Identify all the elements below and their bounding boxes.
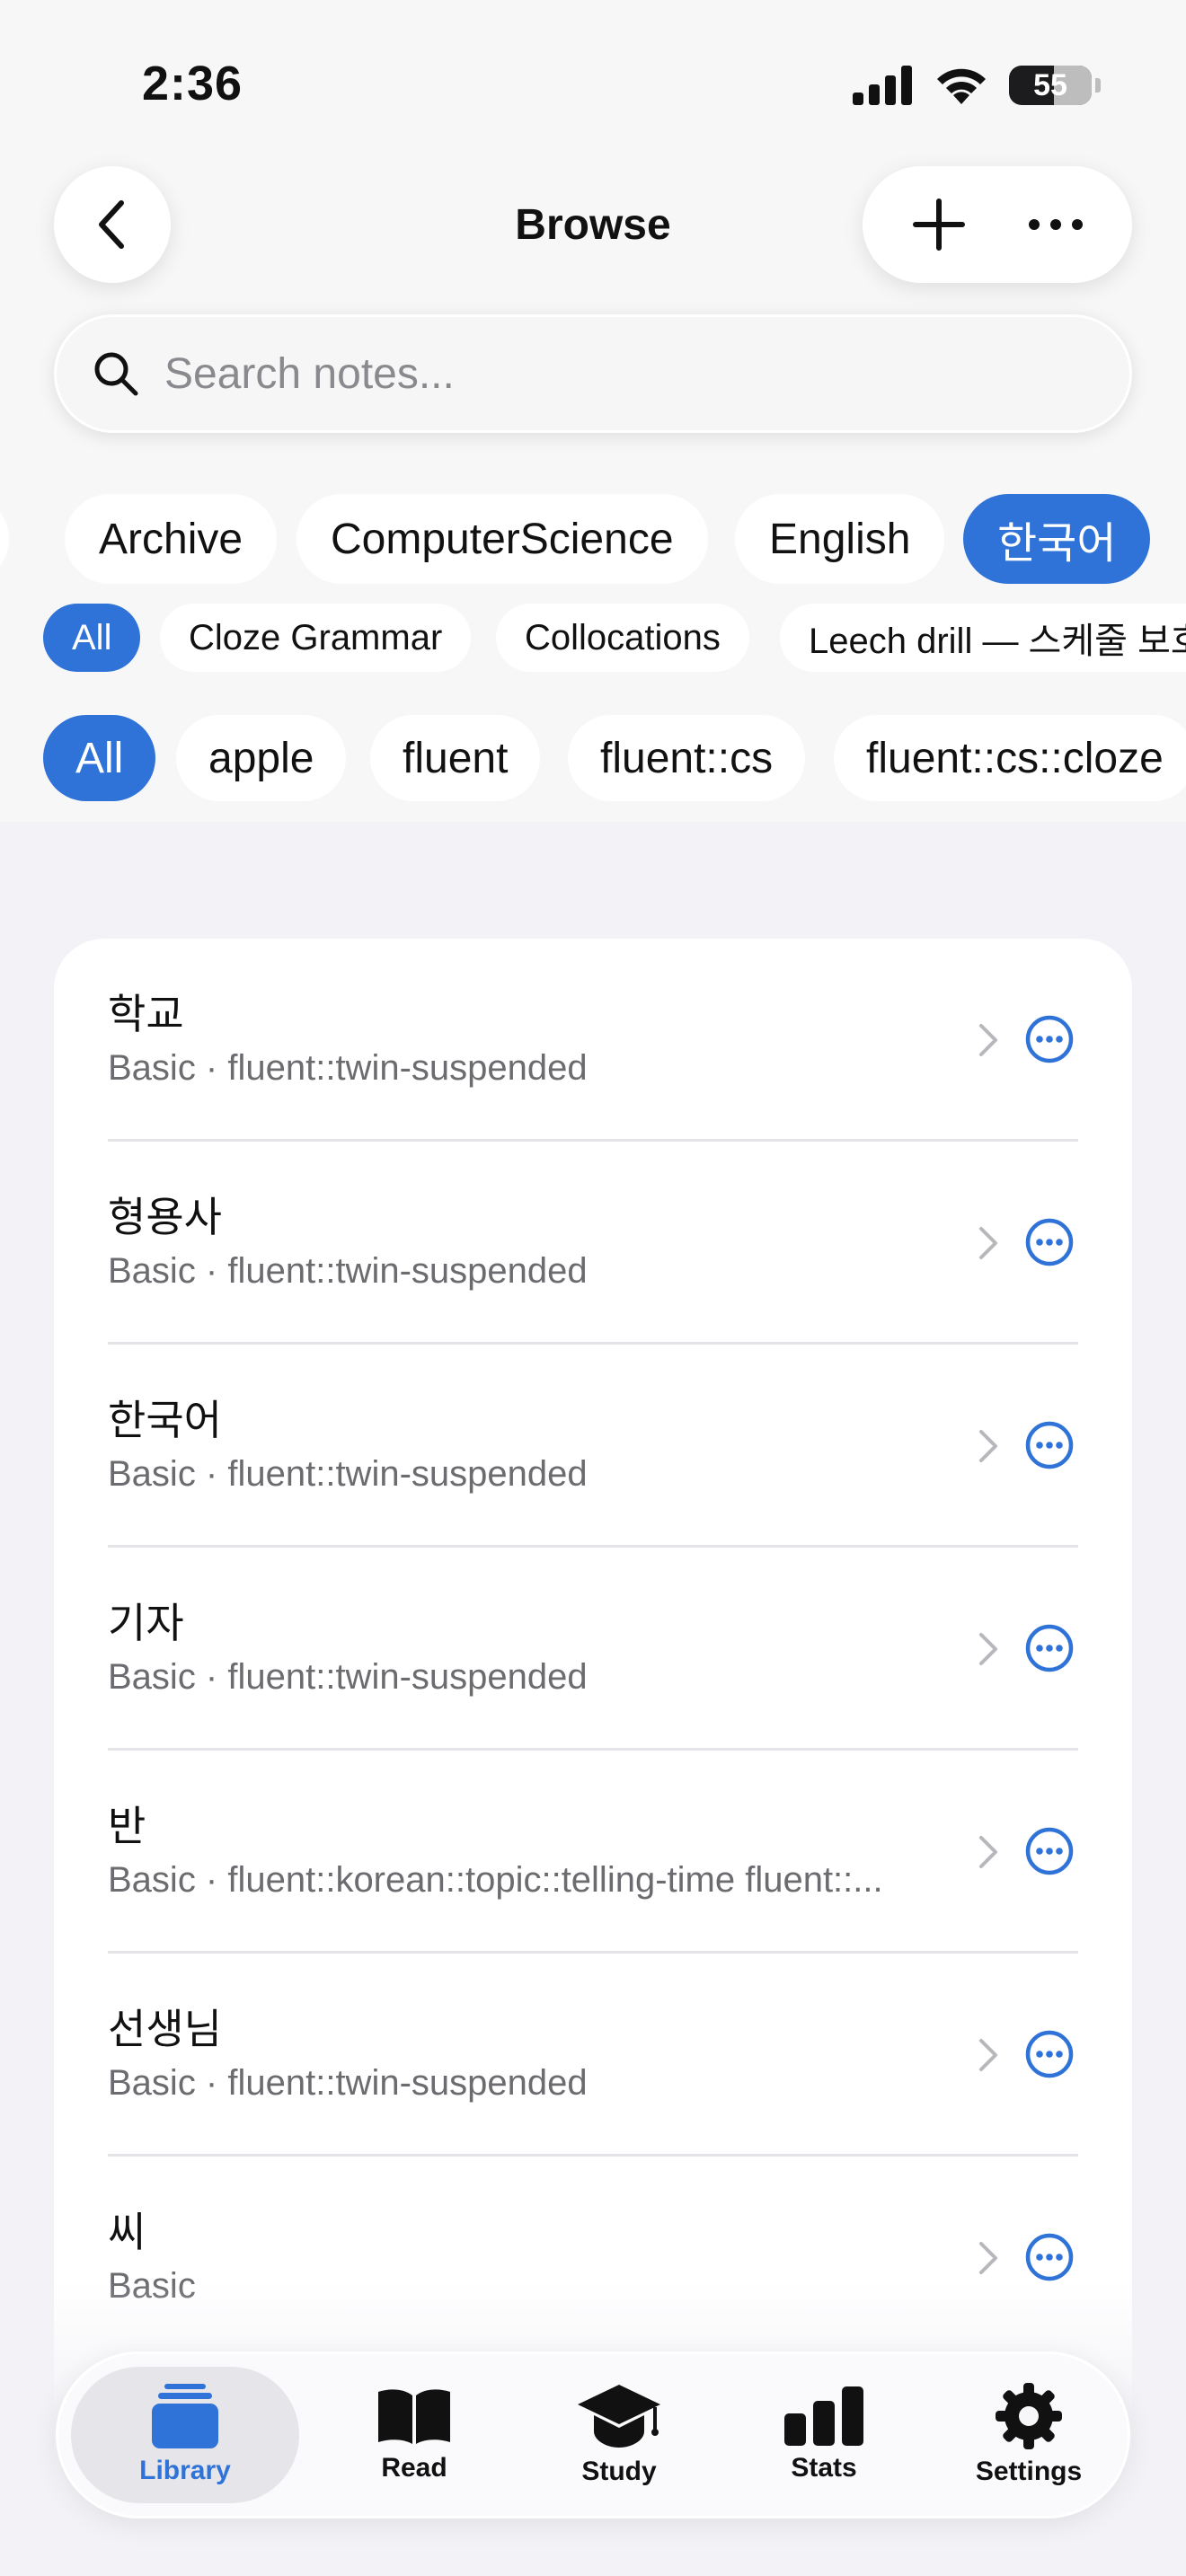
note-row[interactable]: 선생님 Basic · fluent::twin-suspended	[54, 1954, 1132, 2157]
graduation-cap-icon	[578, 2385, 660, 2448]
search-bar[interactable]	[54, 314, 1132, 433]
notetype-filter-row: All Cloze Grammar Collocations Leech dri…	[0, 604, 1186, 672]
deck-chip-computerscience[interactable]: ComputerScience	[296, 494, 708, 584]
notetype-chip-cloze-grammar[interactable]: Cloze Grammar	[160, 604, 472, 672]
action-pill	[863, 166, 1132, 283]
note-title: 형용사	[108, 1194, 222, 1240]
tab-label: Study	[581, 2457, 657, 2486]
status-icons: 55	[853, 65, 1101, 106]
note-title: 학교	[108, 991, 184, 1037]
note-row[interactable]: 한국어 Basic · fluent::twin-suspended	[54, 1345, 1132, 1548]
ellipsis-icon	[1029, 219, 1083, 230]
deck-filter-row: l Archive ComputerScience English 한국어	[0, 494, 1186, 584]
add-button[interactable]	[890, 175, 988, 274]
note-title: 선생님	[108, 2006, 222, 2052]
chevron-right-icon	[970, 1018, 1006, 1063]
chevron-right-icon	[970, 1424, 1006, 1469]
battery-level: 55	[1033, 67, 1067, 102]
tab-settings[interactable]: Settings	[928, 2367, 1129, 2503]
more-options-button[interactable]	[1006, 175, 1105, 274]
note-title: 반	[108, 1803, 146, 1849]
ellipsis-circle-icon[interactable]	[1024, 1217, 1075, 1267]
gear-icon	[996, 2383, 1062, 2449]
note-title: 한국어	[108, 1397, 222, 1443]
search-icon	[94, 352, 138, 396]
library-icon	[152, 2384, 218, 2448]
ellipsis-circle-icon[interactable]	[1024, 1014, 1075, 1064]
tab-library[interactable]: Library	[71, 2367, 299, 2503]
bar-chart-icon	[784, 2386, 863, 2446]
tag-chip-fluent-cs[interactable]: fluent::cs	[568, 715, 806, 801]
note-subtitle: Basic · fluent::twin-suspended	[108, 1251, 588, 1291]
tag-chip-apple[interactable]: apple	[176, 715, 347, 801]
tag-chip-all[interactable]: All	[43, 715, 156, 801]
notetype-chip-leech-drill[interactable]: Leech drill — 스케줄 보호	[780, 604, 1186, 672]
tab-read[interactable]: Read	[314, 2367, 515, 2503]
tag-chip-fluent-cs-cloze[interactable]: fluent::cs::cloze	[834, 715, 1186, 801]
deck-chip-english[interactable]: English	[735, 494, 945, 584]
note-title: 기자	[108, 1600, 184, 1646]
plus-icon	[913, 198, 965, 251]
book-icon	[378, 2389, 450, 2444]
battery-tip	[1095, 78, 1101, 93]
chevron-right-icon	[970, 1221, 1006, 1266]
wifi-icon	[937, 68, 986, 104]
tag-filter-row: All apple fluent fluent::cs fluent::cs::…	[0, 715, 1186, 801]
tab-label: Settings	[975, 2457, 1083, 2486]
tab-label: Stats	[791, 2453, 857, 2483]
chevron-right-icon	[970, 1830, 1006, 1875]
chevron-right-icon	[970, 1627, 1006, 1672]
chevron-right-icon	[970, 2033, 1006, 2078]
ellipsis-circle-icon[interactable]	[1024, 1623, 1075, 1673]
note-row[interactable]: 형용사 Basic · fluent::twin-suspended	[54, 1142, 1132, 1345]
chevron-right-icon	[970, 2236, 1006, 2280]
note-row[interactable]: 반 Basic · fluent::korean::topic::telling…	[54, 1751, 1132, 1954]
tab-bar: Library Read Study Stats Settings	[56, 2351, 1130, 2519]
ellipsis-circle-icon[interactable]	[1024, 1420, 1075, 1470]
note-row[interactable]: 기자 Basic · fluent::twin-suspended	[54, 1548, 1132, 1751]
deck-chip-korean[interactable]: 한국어	[963, 494, 1151, 584]
note-title: 씨	[108, 2209, 146, 2255]
ellipsis-circle-icon[interactable]	[1024, 1826, 1075, 1876]
search-input[interactable]	[163, 348, 1065, 400]
cellular-signal-icon	[853, 66, 912, 105]
notetype-chip-collocations[interactable]: Collocations	[496, 604, 749, 672]
deck-chip[interactable]: l	[0, 494, 9, 584]
tab-label: Read	[381, 2453, 447, 2483]
note-subtitle: Basic · fluent::twin-suspended	[108, 1657, 588, 1697]
notetype-chip-all[interactable]: All	[43, 604, 141, 672]
tab-study[interactable]: Study	[518, 2367, 720, 2503]
header: Browse	[0, 166, 1186, 292]
battery-icon: 55	[1009, 66, 1092, 105]
note-subtitle: Basic · fluent::twin-suspended	[108, 2063, 588, 2103]
ellipsis-circle-icon[interactable]	[1024, 2232, 1075, 2282]
status-time: 2:36	[142, 57, 243, 110]
tab-stats[interactable]: Stats	[723, 2367, 925, 2503]
tag-chip-fluent[interactable]: fluent	[370, 715, 541, 801]
note-subtitle: Basic · fluent::twin-suspended	[108, 1454, 588, 1494]
status-bar: 2:36 55	[0, 0, 1186, 171]
note-subtitle: Basic · fluent::korean::topic::telling-t…	[108, 1860, 883, 1900]
tab-label: Library	[139, 2456, 231, 2485]
note-row[interactable]: 학교 Basic · fluent::twin-suspended	[54, 939, 1132, 1142]
deck-chip-archive[interactable]: Archive	[65, 494, 278, 584]
ellipsis-circle-icon[interactable]	[1024, 2029, 1075, 2079]
note-subtitle: Basic · fluent::twin-suspended	[108, 1048, 588, 1088]
